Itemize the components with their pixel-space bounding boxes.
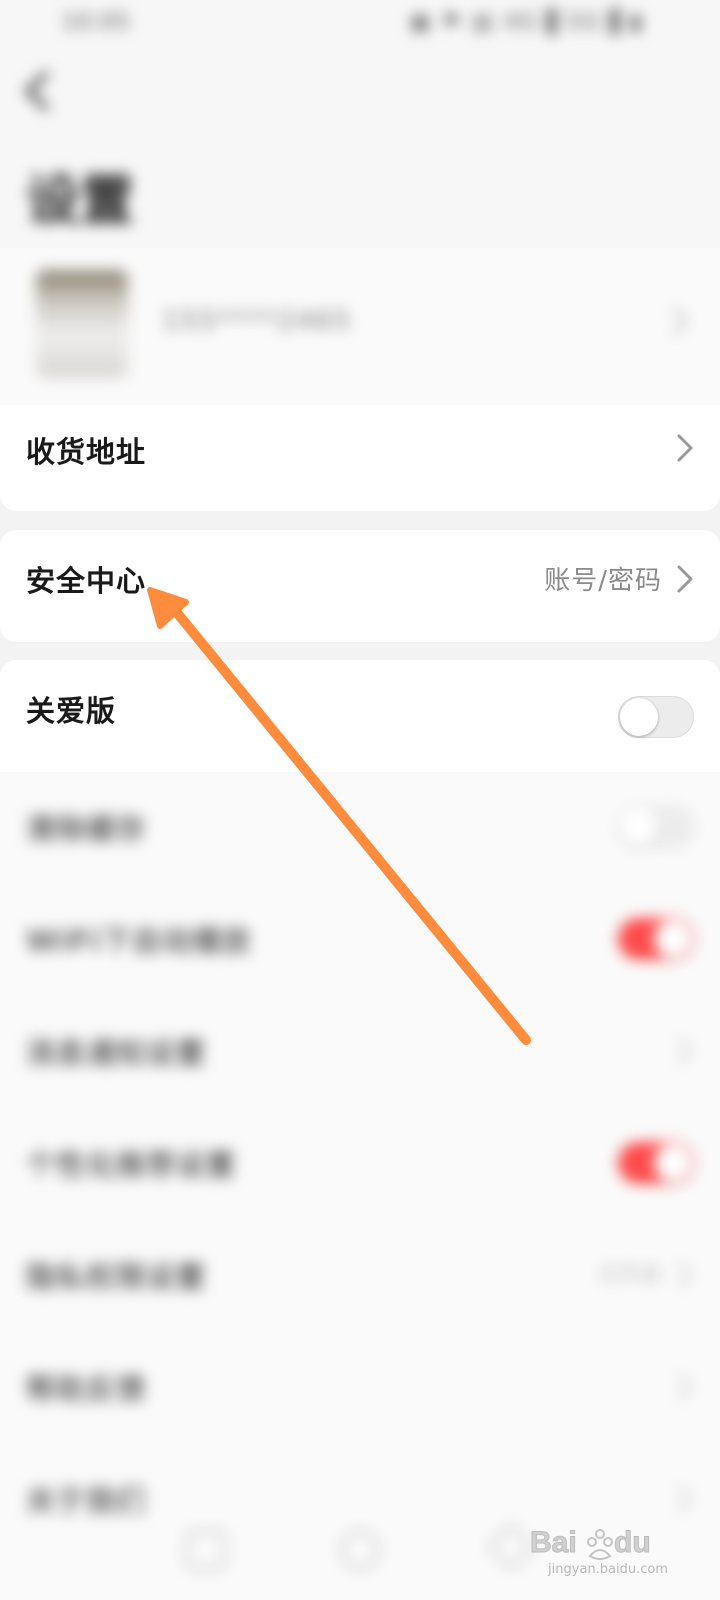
security-center-row[interactable]: 安全中心 账号/密码	[0, 530, 720, 642]
watermark-text: jingyan.baidu.com	[548, 1562, 668, 1577]
svg-text:Bai: Bai	[530, 1526, 577, 1559]
settings-list-item-value: 已开启	[599, 1262, 662, 1286]
svg-text:du: du	[614, 1526, 651, 1559]
nav-home-icon[interactable]	[340, 1530, 380, 1570]
elder-mode-row: 关爱版	[0, 660, 720, 772]
profile-card[interactable]: 155****2465	[0, 248, 720, 428]
settings-list-item-label: WiFi下自动播放	[26, 924, 252, 958]
settings-list-item-label: 帮助反馈	[26, 1372, 147, 1406]
address-label: 收货地址	[26, 435, 147, 469]
toggle-knob	[654, 1144, 692, 1182]
toggle-knob	[620, 698, 658, 736]
nav-recent-icon[interactable]	[486, 1522, 536, 1572]
settings-toggle[interactable]	[618, 918, 694, 960]
settings-toggle[interactable]	[618, 806, 694, 848]
status-icons: ▣ ⚑ ▤ 4G▐ 5G▐ ▮	[409, 10, 644, 35]
page-title: 设置	[26, 169, 134, 232]
settings-list-item[interactable]: 消息通知设置	[0, 996, 720, 1108]
chevron-right-icon	[677, 1261, 694, 1289]
settings-list-item[interactable]: 清除缓存	[0, 772, 720, 884]
security-center-label: 安全中心	[26, 564, 147, 598]
settings-list: 清除缓存 WiFi下自动播放 消息通知设置 个性化推荐设置 隐私权限设置 已开启 帮助反馈关…	[0, 772, 720, 1600]
security-center-value: 账号/密码	[544, 566, 662, 596]
nav-back-icon[interactable]	[186, 1530, 226, 1570]
address-row[interactable]: 收货地址	[0, 405, 720, 511]
settings-toggle[interactable]	[618, 1142, 694, 1184]
chevron-right-icon	[672, 306, 688, 336]
toggle-knob	[620, 808, 658, 846]
chevron-left-icon[interactable]	[18, 68, 58, 114]
chevron-right-icon	[677, 1037, 694, 1065]
elder-mode-label: 关爱版	[26, 694, 117, 728]
status-bar: 10:05 ▣ ⚑ ▤ 4G▐ 5G▐ ▮	[0, 0, 720, 48]
settings-list-item-label: 隐私权限设置	[26, 1260, 207, 1294]
status-time: 10:05	[62, 10, 131, 35]
header: 设置	[0, 48, 720, 248]
settings-list-item[interactable]: WiFi下自动播放	[0, 884, 720, 996]
elder-mode-toggle[interactable]	[618, 696, 694, 738]
settings-list-item[interactable]: 帮助反馈	[0, 1332, 720, 1444]
settings-list-item[interactable]: 个性化推荐设置	[0, 1108, 720, 1220]
toggle-knob	[654, 920, 692, 958]
avatar[interactable]	[36, 270, 128, 378]
settings-list-item-label: 个性化推荐设置	[26, 1148, 237, 1182]
chevron-right-icon	[677, 434, 693, 462]
chevron-right-icon	[677, 1373, 694, 1401]
profile-phone: 155****2465	[162, 306, 352, 336]
settings-list-item[interactable]: 隐私权限设置 已开启	[0, 1220, 720, 1332]
settings-list-item-label: 清除缓存	[26, 812, 147, 846]
chevron-right-icon	[677, 565, 693, 593]
settings-list-item-label: 消息通知设置	[26, 1036, 207, 1070]
